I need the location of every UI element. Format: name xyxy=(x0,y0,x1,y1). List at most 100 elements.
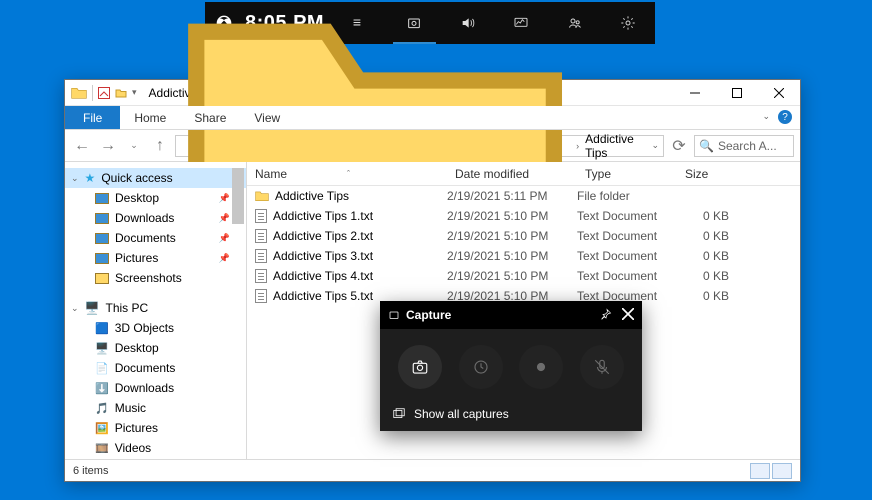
sidebar-this-pc[interactable]: ⌄ 🖥️ This PC xyxy=(65,298,246,318)
close-icon[interactable] xyxy=(622,308,634,323)
ribbon-tabs: File Home Share View ⌄ ? xyxy=(65,106,800,130)
sidebar-item[interactable]: 📄 Documents xyxy=(65,358,246,378)
sidebar-item[interactable]: Screenshots xyxy=(65,268,246,288)
file-date: 2/19/2021 5:11 PM xyxy=(447,189,577,203)
minimize-button[interactable] xyxy=(674,80,716,106)
sidebar-item[interactable]: 🖥️Desktop xyxy=(65,338,246,358)
new-folder-icon[interactable] xyxy=(115,87,127,99)
folder-icon xyxy=(95,213,109,224)
maximize-button[interactable] xyxy=(716,80,758,106)
close-button[interactable] xyxy=(758,80,800,106)
sidebar-label: Music xyxy=(115,401,146,415)
folder-icon xyxy=(95,273,109,284)
folder-icon xyxy=(95,253,109,264)
tab-file[interactable]: File xyxy=(65,106,120,129)
pin-icon: 📌 xyxy=(219,233,230,244)
column-name[interactable]: Nameˆ xyxy=(247,167,447,181)
drive-icon: 🎞️ xyxy=(95,442,109,455)
qat-divider xyxy=(92,85,93,101)
drive-icon: 📄 xyxy=(95,362,109,375)
show-all-label: Show all captures xyxy=(414,407,509,421)
start-recording-button[interactable] xyxy=(519,345,563,389)
nav-recent-button[interactable]: ⌄ xyxy=(123,135,145,157)
address-bar: ← → ⌄ ↑ › Addictive Tips ⌄ ⟳ 🔍 Search A.… xyxy=(65,130,800,162)
path-dropdown-icon[interactable]: ⌄ xyxy=(651,140,659,151)
capture-icon xyxy=(388,309,400,321)
file-size: 0 KB xyxy=(677,249,737,263)
sidebar-item[interactable]: Documents 📌 xyxy=(65,228,246,248)
text-file-icon xyxy=(255,209,267,223)
sidebar-item[interactable]: Pictures📌 xyxy=(65,248,246,268)
sidebar-quick-access[interactable]: ⌄ ★ Quick access xyxy=(65,168,246,188)
drive-icon: 🖼️ xyxy=(95,422,109,435)
tab-view[interactable]: View xyxy=(240,106,294,129)
file-size: 0 KB xyxy=(677,269,737,283)
search-icon: 🔍 xyxy=(699,139,714,153)
sidebar-item[interactable]: 🖼️Pictures xyxy=(65,418,246,438)
sidebar-label: Documents xyxy=(115,361,176,375)
address-path[interactable]: › Addictive Tips ⌄ xyxy=(175,135,664,157)
file-row[interactable]: Addictive Tips 3.txt2/19/2021 5:10 PMTex… xyxy=(247,246,800,266)
column-date[interactable]: Date modified xyxy=(447,167,577,181)
settings-button[interactable] xyxy=(602,2,655,44)
quick-access-toolbar: ▾ xyxy=(65,85,143,101)
capture-header[interactable]: Capture xyxy=(380,301,642,329)
sidebar-item[interactable]: Desktop 📌 xyxy=(65,188,246,208)
file-size: 0 KB xyxy=(677,229,737,243)
file-row[interactable]: Addictive Tips 1.txt2/19/2021 5:10 PMTex… xyxy=(247,206,800,226)
capture-widget[interactable]: Capture Show all captures xyxy=(380,301,642,431)
file-row[interactable]: Addictive Tips 2.txt2/19/2021 5:10 PMTex… xyxy=(247,226,800,246)
pin-icon[interactable] xyxy=(600,308,612,323)
qat-more-icon[interactable]: ▾ xyxy=(132,87,137,98)
tab-home[interactable]: Home xyxy=(120,106,180,129)
nav-back-button[interactable]: ← xyxy=(71,135,93,157)
help-icon[interactable]: ? xyxy=(778,110,792,124)
tab-share[interactable]: Share xyxy=(180,106,240,129)
show-all-captures-button[interactable]: Show all captures xyxy=(380,397,642,431)
sidebar-item[interactable]: 💽Local Disk (C:) xyxy=(65,458,246,459)
nav-forward-button[interactable]: → xyxy=(97,135,119,157)
capture-title: Capture xyxy=(406,308,451,322)
sidebar-item[interactable]: ⬇️Downloads xyxy=(65,378,246,398)
sidebar-label: 3D Objects xyxy=(115,321,174,335)
search-box[interactable]: 🔍 Search A... xyxy=(694,135,794,157)
sidebar-item[interactable]: Downloads📌 xyxy=(65,208,246,228)
sidebar-item[interactable]: 🟦3D Objects xyxy=(65,318,246,338)
file-date: 2/19/2021 5:10 PM xyxy=(447,249,577,263)
nav-up-button[interactable]: ↑ xyxy=(149,135,171,157)
record-last-button[interactable] xyxy=(459,345,503,389)
pin-icon: 📌 xyxy=(219,253,230,264)
sidebar-scrollbar[interactable] xyxy=(232,168,244,224)
file-name: Addictive Tips 2.txt xyxy=(273,229,373,243)
file-date: 2/19/2021 5:10 PM xyxy=(447,269,577,283)
file-row[interactable]: Addictive Tips 4.txt2/19/2021 5:10 PMTex… xyxy=(247,266,800,286)
file-date: 2/19/2021 5:10 PM xyxy=(447,209,577,223)
file-type: Text Document xyxy=(577,249,677,263)
microphone-button[interactable] xyxy=(580,345,624,389)
ribbon-expand-icon[interactable]: ⌄ xyxy=(762,111,770,122)
chevron-down-icon[interactable]: ⌄ xyxy=(71,173,79,184)
sidebar-label: Desktop xyxy=(115,191,159,205)
file-name: Addictive Tips 1.txt xyxy=(273,209,373,223)
sidebar-label: Documents xyxy=(115,231,176,245)
chevron-right-icon[interactable]: › xyxy=(576,141,579,151)
column-type[interactable]: Type xyxy=(577,167,677,181)
file-type: File folder xyxy=(577,189,677,203)
column-size[interactable]: Size xyxy=(677,167,737,181)
sidebar-item[interactable]: 🎵Music xyxy=(65,398,246,418)
properties-icon[interactable] xyxy=(98,87,110,99)
breadcrumb-item[interactable]: Addictive Tips xyxy=(585,132,645,160)
file-row[interactable]: Addictive Tips2/19/2021 5:11 PMFile fold… xyxy=(247,186,800,206)
view-large-button[interactable] xyxy=(772,463,792,479)
chevron-down-icon[interactable]: ⌄ xyxy=(71,303,79,314)
sidebar-label: Videos xyxy=(115,441,151,455)
navigation-pane[interactable]: ⌄ ★ Quick access Desktop📌Downloads📌Docum… xyxy=(65,162,247,459)
folder-icon xyxy=(71,86,87,100)
file-type: Text Document xyxy=(577,229,677,243)
view-details-button[interactable] xyxy=(750,463,770,479)
refresh-button[interactable]: ⟳ xyxy=(668,135,690,157)
pin-icon: 📌 xyxy=(219,193,230,204)
sidebar-item[interactable]: 🎞️ Videos xyxy=(65,438,246,458)
screenshot-button[interactable] xyxy=(398,345,442,389)
file-type: Text Document xyxy=(577,269,677,283)
